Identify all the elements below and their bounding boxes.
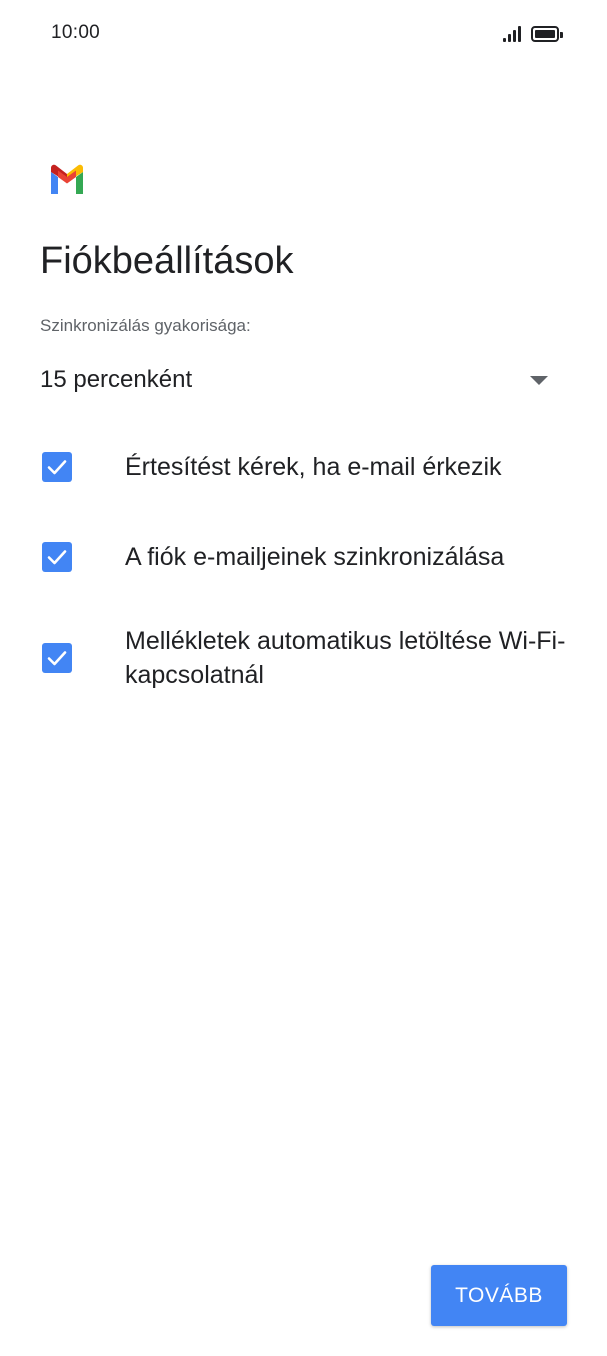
sync-frequency-dropdown[interactable]: 15 percenként <box>40 360 552 402</box>
check-icon <box>47 651 67 666</box>
page-title: Fiókbeállítások <box>40 240 294 282</box>
checkbox-notify-new-email[interactable] <box>42 452 72 482</box>
option-auto-download-attachments[interactable]: Mellékletek automatikus letöltése Wi-Fi-… <box>40 624 567 694</box>
signal-bars-icon <box>503 24 521 42</box>
checkbox-sync-account-emails[interactable] <box>42 542 72 572</box>
option-label: Értesítést kérek, ha e-mail érkezik <box>125 453 502 481</box>
status-bar: 10:00 <box>0 0 607 70</box>
checkbox-auto-download-attachments[interactable] <box>42 643 72 673</box>
option-label: Mellékletek automatikus letöltése Wi-Fi-… <box>125 627 566 689</box>
option-notify-new-email[interactable]: Értesítést kérek, ha e-mail érkezik <box>40 450 567 486</box>
check-icon <box>47 550 67 565</box>
status-time: 10:00 <box>51 22 101 43</box>
sync-frequency-value: 15 percenként <box>40 366 193 393</box>
option-sync-account-emails[interactable]: A fiók e-mailjeinek szinkronizálása <box>40 540 567 576</box>
next-button[interactable]: TOVÁBB <box>431 1265 567 1326</box>
check-icon <box>47 460 67 475</box>
battery-full-icon <box>531 26 563 42</box>
option-label: A fiók e-mailjeinek szinkronizálása <box>125 543 505 571</box>
gmail-logo-icon <box>48 164 86 194</box>
sync-frequency-label: Szinkronizálás gyakorisága: <box>40 316 251 335</box>
status-icons <box>503 24 563 42</box>
dropdown-arrow-icon <box>530 376 548 385</box>
